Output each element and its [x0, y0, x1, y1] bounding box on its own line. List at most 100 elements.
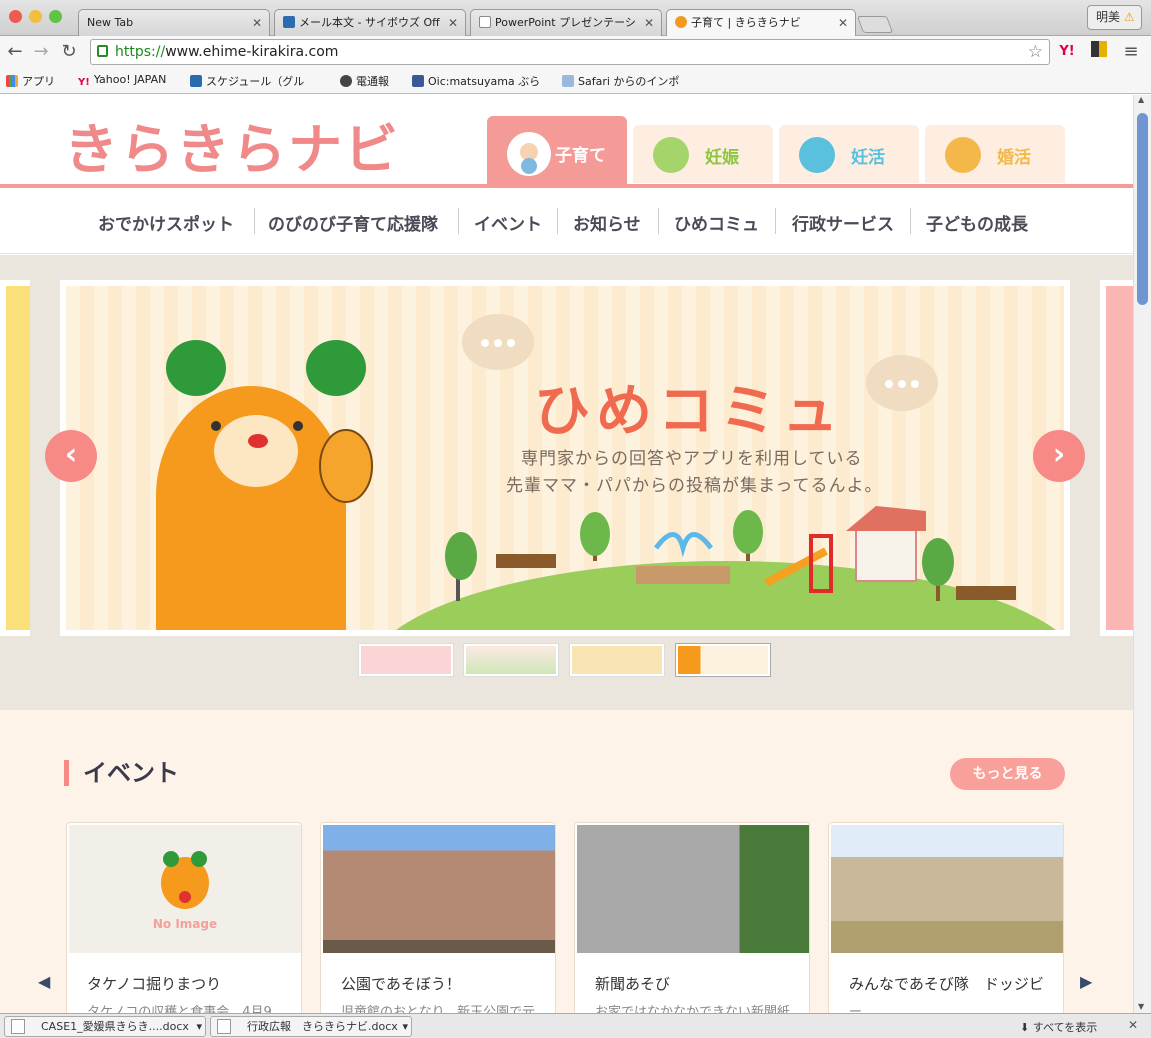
- tab-mail[interactable]: メール本文 - サイボウズ Off ✕: [274, 9, 466, 36]
- nav-news[interactable]: お知らせ: [573, 210, 641, 235]
- nav-child-growth[interactable]: 子どもの成長: [926, 210, 1028, 235]
- back-icon[interactable]: ←: [4, 41, 26, 63]
- chevron-down-icon[interactable]: ▾: [402, 1017, 408, 1036]
- bookmark-facebook[interactable]: Oic:matsuyama ぶら: [412, 73, 540, 89]
- slider-prev-button[interactable]: ‹: [45, 430, 97, 482]
- event-description: タケノコの収穫と食事会 4月9: [87, 1005, 272, 1013]
- tab-close-icon[interactable]: ✕: [644, 10, 654, 36]
- download-item[interactable]: 行政広報 きらきらナビ.docx ▾: [210, 1016, 412, 1037]
- tab-label: メール本文 - サイボウズ Off: [299, 16, 440, 29]
- event-photo: [831, 825, 1063, 953]
- slider-next-button[interactable]: ›: [1033, 430, 1085, 482]
- category-tab-label: 婚活: [997, 148, 1031, 168]
- tab-new-tab[interactable]: New Tab ✕: [78, 9, 270, 36]
- bookmark-safari-folder[interactable]: Safari からのインポ: [562, 73, 679, 89]
- show-all-downloads[interactable]: ⬇ すべてを表示: [1020, 1019, 1097, 1035]
- download-icon: ⬇: [1020, 1021, 1030, 1034]
- browser-tab-bar: New Tab ✕ メール本文 - サイボウズ Off ✕ PowerPoint プ…: [0, 0, 1151, 37]
- stork-icon: [799, 137, 835, 173]
- baby-icon: [507, 132, 551, 176]
- event-card[interactable]: 公園であそぼう！ 児童館のおとなり、新玉公園で元: [320, 822, 556, 1013]
- tab-close-icon[interactable]: ✕: [448, 10, 458, 36]
- profile-button[interactable]: 明美 ⚠: [1087, 5, 1142, 30]
- nav-divider: [557, 208, 558, 234]
- category-tab-pregnancy[interactable]: 妊娠: [633, 125, 773, 183]
- no-image-label: No Image: [152, 917, 218, 931]
- category-tab-label: 子育て: [555, 146, 606, 166]
- warning-icon: ⚠: [1123, 10, 1135, 24]
- category-tab-label: 妊娠: [705, 148, 739, 168]
- folder-icon: [562, 75, 574, 87]
- event-description: お家ではなかなかできない新聞紙: [595, 1005, 791, 1013]
- chevron-down-icon[interactable]: ▾: [196, 1017, 202, 1036]
- page-scrollbar[interactable]: ▲ ▼: [1133, 95, 1151, 1013]
- tab-kirakira[interactable]: 子育て | きらきらナビ ✕: [666, 9, 856, 37]
- site-logo[interactable]: きらきらナビ: [64, 105, 400, 184]
- slide-heading: ひめコミュ: [534, 379, 844, 444]
- scrollbar-thumb[interactable]: [1137, 113, 1148, 305]
- tab-close-icon[interactable]: ✕: [252, 10, 262, 36]
- download-filename: CASE1_愛媛県きらき....docx: [41, 1020, 189, 1033]
- address-bar[interactable]: https://www.ehime-kirakira.com ☆: [90, 39, 1050, 65]
- tab-label: 子育て | きらきらナビ: [691, 16, 801, 29]
- next-slide-peek[interactable]: [1100, 280, 1133, 636]
- bookmark-yahoo[interactable]: Y! Yahoo! JAPAN: [78, 73, 166, 89]
- slide-thumbnail-4[interactable]: [675, 643, 771, 677]
- category-tab-conception[interactable]: 妊活: [779, 125, 919, 183]
- slide-thumbnail-2[interactable]: [463, 643, 559, 677]
- tab-label: PowerPoint プレゼンテーシ: [495, 16, 636, 29]
- bookmark-dentsuho[interactable]: 電通報: [340, 73, 389, 89]
- maximize-window-icon[interactable]: [49, 10, 62, 23]
- slide-thumbnail-3[interactable]: [569, 643, 665, 677]
- scroll-up-icon[interactable]: ▲: [1138, 95, 1144, 104]
- tab-close-icon[interactable]: ✕: [838, 10, 848, 36]
- nav-divider: [658, 208, 659, 234]
- star-icon[interactable]: ☆: [1028, 40, 1043, 64]
- tab-powerpoint[interactable]: PowerPoint プレゼンテーシ ✕: [470, 9, 662, 36]
- bookmark-apps[interactable]: アプリ: [6, 73, 55, 89]
- nav-odekake[interactable]: おでかけスポット: [98, 210, 234, 235]
- category-tab-marriage[interactable]: 婚活: [925, 125, 1065, 183]
- nav-admin-services[interactable]: 行政サービス: [792, 210, 894, 235]
- slide-line-2: 先輩ママ・パパからの投稿が集まってるんよ。: [506, 476, 883, 496]
- extension-icon[interactable]: [1088, 41, 1110, 63]
- scroll-down-icon[interactable]: ▼: [1138, 1002, 1144, 1011]
- current-slide[interactable]: ひめコミュ 専門家からの回答やアプリを利用している 先輩ママ・パパからの投稿が集…: [60, 280, 1070, 636]
- close-icon[interactable]: ✕: [1128, 1018, 1138, 1032]
- slide-thumbnail-1[interactable]: [358, 643, 454, 677]
- document-icon: [479, 16, 491, 28]
- docx-icon: [11, 1019, 25, 1034]
- nav-events[interactable]: イベント: [474, 210, 542, 235]
- events-prev-icon[interactable]: ◀: [38, 972, 50, 991]
- lock-icon: [97, 45, 108, 57]
- minimize-window-icon[interactable]: [29, 10, 42, 23]
- hero-slider: ひめコミュ 専門家からの回答やアプリを利用している 先輩ママ・パパからの投稿が集…: [0, 255, 1133, 710]
- apps-icon: [6, 75, 18, 87]
- cybozu-icon: [190, 75, 202, 87]
- event-card[interactable]: 新聞あそび お家ではなかなかできない新聞紙: [574, 822, 810, 1013]
- nav-divider: [254, 208, 255, 234]
- events-next-icon[interactable]: ▶: [1080, 972, 1092, 991]
- event-description: 児童館のおとなり、新玉公園で元: [341, 1005, 536, 1013]
- event-card[interactable]: みんなであそび隊 ドッジビ ー: [828, 822, 1064, 1013]
- forward-icon[interactable]: →: [30, 41, 52, 63]
- events-section: イベント もっと見る ◀ ▶ No Image タケノコ掘りまつり タケノコの収…: [0, 710, 1133, 1013]
- event-description: ー: [849, 1005, 863, 1013]
- yahoo-extension-icon[interactable]: Y!: [1056, 41, 1078, 63]
- bookmark-schedule[interactable]: スケジュール（グル: [190, 73, 304, 89]
- close-window-icon[interactable]: [9, 10, 22, 23]
- download-item[interactable]: CASE1_愛媛県きらき....docx ▾: [4, 1016, 206, 1037]
- new-tab-button[interactable]: [856, 16, 894, 33]
- prev-slide-peek[interactable]: [0, 280, 30, 636]
- nav-divider: [910, 208, 911, 234]
- more-events-button[interactable]: もっと見る: [950, 758, 1065, 790]
- nav-nobinobi[interactable]: のびのび子育て応援隊: [268, 210, 438, 235]
- web-page: きらきらナビ 子育て 妊娠 妊活 婚活 おでかけスポット のびのび子育て応援隊 …: [0, 95, 1133, 1013]
- event-card[interactable]: No Image タケノコ掘りまつり タケノコの収穫と食事会 4月9: [66, 822, 302, 1013]
- pregnant-woman-icon: [653, 137, 689, 173]
- bookmarks-bar: アプリ Y! Yahoo! JAPAN スケジュール（グル 電通報 Oic:mat…: [0, 68, 1151, 94]
- nav-himecomu[interactable]: ひめコミュ: [674, 210, 759, 235]
- menu-icon[interactable]: ≡: [1120, 41, 1142, 63]
- category-tab-parenting[interactable]: 子育て: [487, 116, 627, 185]
- reload-icon[interactable]: ↻: [58, 41, 80, 63]
